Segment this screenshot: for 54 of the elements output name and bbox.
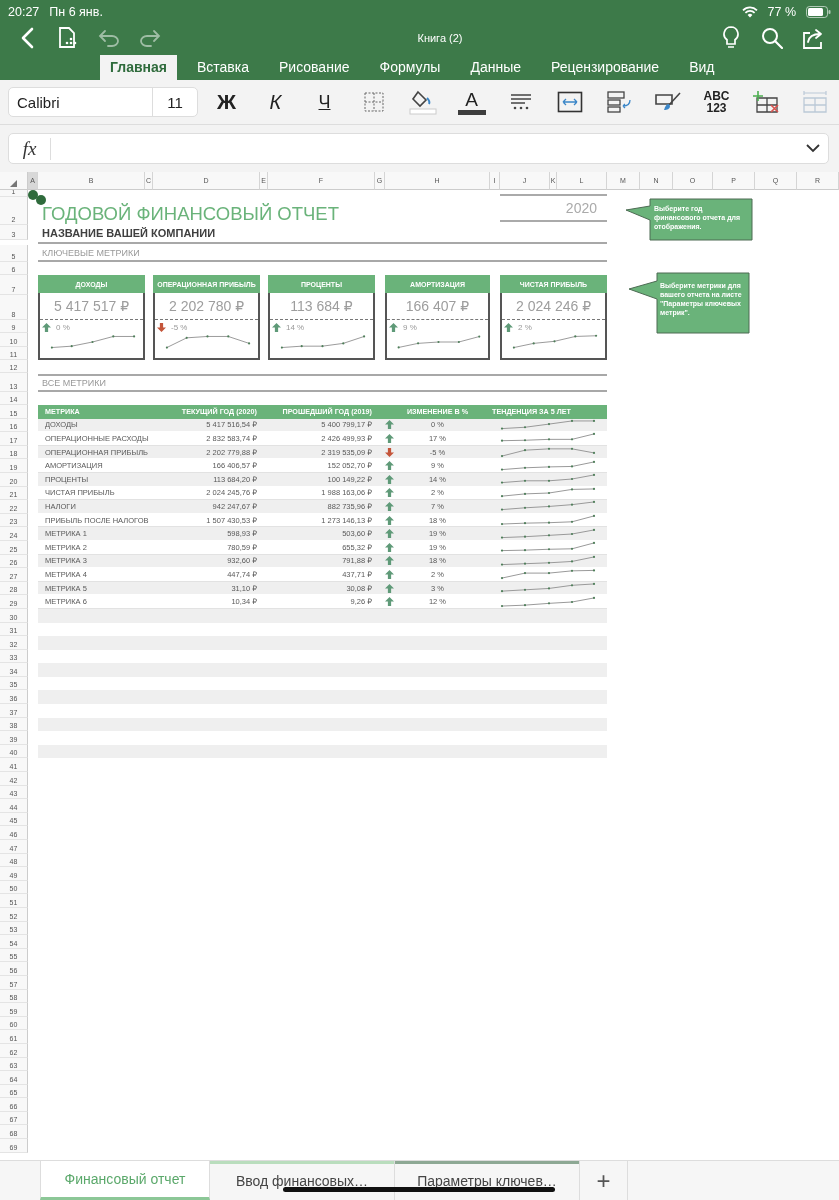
align-icon	[508, 93, 533, 111]
card-change: -5 %	[171, 323, 188, 332]
ribbon-tab[interactable]: Рецензирование	[541, 55, 670, 80]
share-icon	[801, 27, 824, 49]
battery-percent: 77 %	[767, 5, 796, 19]
wrap-text-icon	[605, 90, 632, 114]
borders-icon	[362, 91, 385, 113]
ribbon-tab[interactable]: Главная	[100, 55, 177, 80]
ribbon-tab[interactable]: Рисование	[269, 55, 360, 80]
underline-button[interactable]: Ч	[300, 84, 349, 120]
date: Пн 6 янв.	[49, 5, 103, 19]
paint-bucket-icon	[408, 89, 437, 115]
section-heading: ВСЕ МЕТРИКИ	[38, 374, 607, 392]
search-icon	[760, 27, 783, 49]
card-value: 113 684 ₽	[270, 293, 373, 320]
number-format-button[interactable]: ABC 123	[698, 84, 735, 120]
ribbon-tab[interactable]: Вставка	[186, 55, 259, 80]
card-value: 2 024 246 ₽	[502, 293, 605, 320]
bold-button[interactable]: Ж	[202, 84, 251, 120]
wifi-icon	[741, 6, 758, 18]
card-value: 2 202 780 ₽	[155, 293, 258, 320]
ribbon-tab[interactable]: Формулы	[369, 55, 451, 80]
back-icon	[19, 27, 34, 49]
card-value: 5 417 517 ₽	[40, 293, 143, 320]
ribbon-tab[interactable]: Вид	[679, 55, 725, 80]
card-change: 0 %	[56, 323, 70, 332]
report-title: ГОДОВОЙ ФИНАНСОВЫЙ ОТЧЕТ	[41, 203, 340, 225]
card-change: 2 %	[518, 323, 532, 332]
merge-icon	[556, 91, 583, 113]
fx-label: fx	[9, 137, 51, 160]
card-change: 9 %	[403, 323, 417, 332]
brush-icon	[653, 91, 682, 113]
insert-cells-icon	[751, 90, 780, 114]
card-change: 14 %	[286, 323, 305, 332]
clock: 20:27	[8, 5, 40, 19]
company-name: НАЗВАНИЕ ВАШЕЙ КОМПАНИИ	[41, 226, 217, 239]
font-name-field[interactable]: Calibri	[9, 88, 153, 116]
formula-bar[interactable]: fx	[8, 133, 829, 164]
ribbon-tab[interactable]: Данные	[460, 55, 531, 80]
battery-icon	[806, 6, 831, 18]
select-all-icon[interactable]	[10, 180, 17, 187]
chevron-down-icon	[806, 144, 820, 153]
file-icon	[57, 27, 78, 49]
font-size-field[interactable]: 11	[153, 93, 197, 111]
document-title: Книга (2)	[416, 32, 464, 44]
table-icon	[800, 90, 829, 114]
italic-button[interactable]: К	[251, 84, 300, 120]
lightbulb-icon	[722, 26, 739, 50]
undo-icon	[97, 29, 120, 47]
card-value: 166 407 ₽	[387, 293, 488, 320]
add-sheet-button[interactable]: +	[580, 1161, 628, 1200]
section-heading: КЛЮЧЕВЫЕ МЕТРИКИ	[38, 245, 607, 262]
font-color-button[interactable]: A	[447, 84, 496, 120]
redo-icon	[138, 29, 161, 47]
